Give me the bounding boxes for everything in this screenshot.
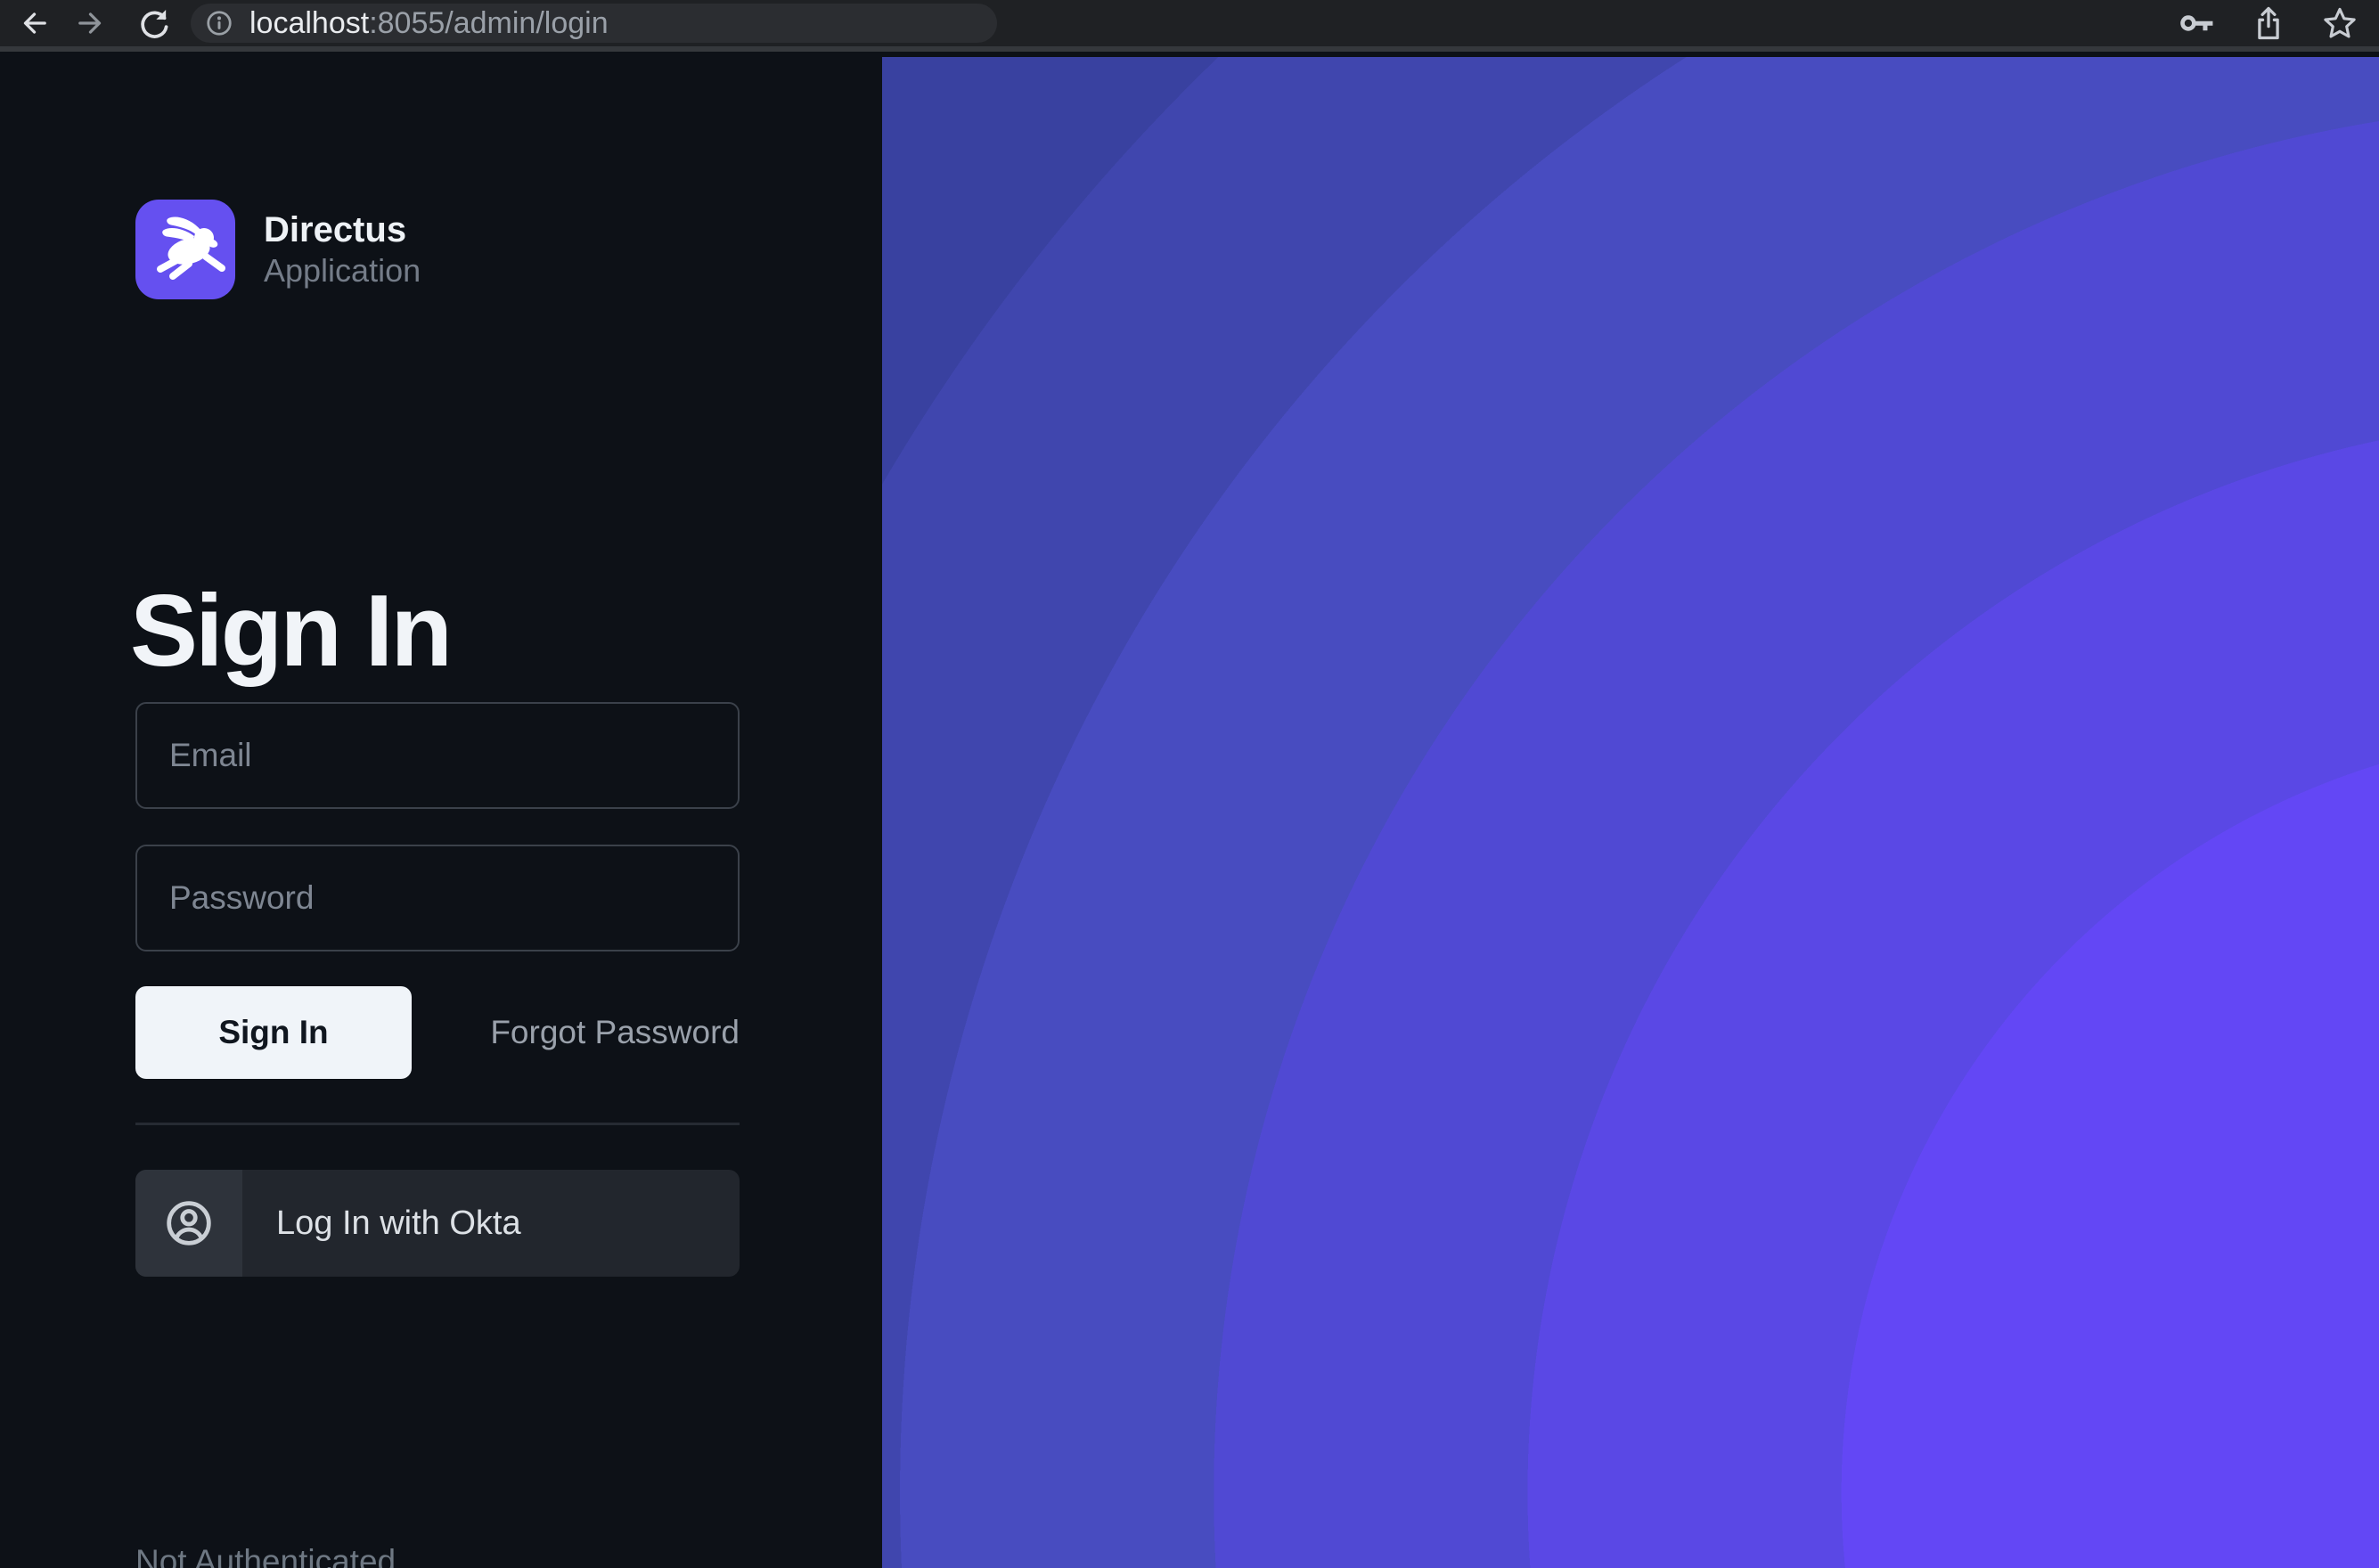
background-art [882,57,2379,1568]
brand-block: Directus Application [135,200,421,299]
sso-label: Log In with Okta [276,1205,521,1243]
brand-subtitle: Application [264,251,421,290]
form-action-row: Sign In Forgot Password [135,986,740,1079]
directus-rabbit-icon [135,200,235,299]
browser-window: localhost:8055/admin/login [0,0,2379,1568]
divider [135,1123,740,1125]
password-field[interactable] [135,845,740,951]
sign-in-button[interactable]: Sign In [135,986,412,1079]
browser-toolbar: localhost:8055/admin/login [0,0,2379,52]
login-page: Directus Application Sign In Sign In For… [0,57,2379,1568]
page-title: Sign In [130,581,450,682]
bookmark-star-icon[interactable] [2320,4,2359,43]
toolbar-right-group [2178,4,2359,43]
okta-login-button[interactable]: Log In with Okta [135,1170,740,1277]
directus-logo [135,200,235,299]
share-icon[interactable] [2249,4,2288,43]
login-panel: Directus Application Sign In Sign In For… [0,57,882,1568]
sso-icon-cell [135,1170,242,1277]
url-text: localhost:8055/admin/login [249,6,609,41]
forward-icon[interactable] [75,5,110,41]
site-info-icon[interactable] [205,9,233,37]
url-bar[interactable]: localhost:8055/admin/login [191,4,997,43]
reload-icon[interactable] [135,5,171,41]
brand-title: Directus [264,208,421,251]
nav-button-group [14,5,171,41]
forgot-password-link[interactable]: Forgot Password [490,1014,740,1051]
account-circle-icon [165,1199,213,1247]
email-field[interactable] [135,702,740,809]
brand-text: Directus Application [264,208,421,290]
password-key-icon[interactable] [2178,4,2217,43]
auth-status-text: Not Authenticated [135,1543,396,1568]
back-icon[interactable] [14,5,50,41]
